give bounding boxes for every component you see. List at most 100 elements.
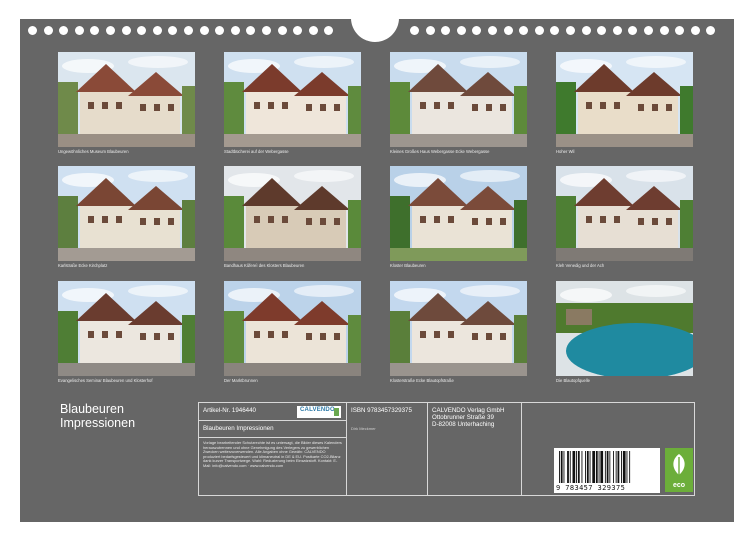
publisher-name: CALVENDO Verlag GmbH bbox=[432, 407, 505, 414]
calendar-photo bbox=[224, 281, 361, 376]
calendar-back-sheet: Ungewöhnliches Museum Blaubeuren Stadtbüc… bbox=[20, 13, 734, 522]
binding-hole bbox=[43, 26, 53, 35]
photo-caption: Kleines Großes Haus Webergasse Ecke Webe… bbox=[390, 149, 490, 154]
photo-caption: Stadtbücherei auf der Webergasse bbox=[224, 149, 289, 154]
binding-hole bbox=[230, 26, 240, 35]
leaf-icon bbox=[673, 454, 685, 476]
binding-hole bbox=[581, 26, 591, 35]
calendar-photo bbox=[58, 166, 195, 261]
binding-hole bbox=[121, 26, 131, 35]
calendar-title: Blaubeuren Impressionen bbox=[60, 402, 135, 430]
photo-image bbox=[556, 166, 693, 261]
photo-image bbox=[58, 52, 195, 147]
binding-hole bbox=[308, 26, 318, 35]
product-info-box: Artikel-Nr. 1946440 CALVENDO Blaubeuren … bbox=[198, 402, 695, 496]
binding-hole bbox=[503, 26, 513, 35]
photo-caption: Evangelisches Seminar Blaubeuren und Klo… bbox=[58, 378, 153, 383]
binding-hole bbox=[534, 26, 544, 35]
photo-caption: Hoher Wil bbox=[556, 149, 575, 154]
photo-caption: Kloster Blaubeuren bbox=[390, 263, 426, 268]
product-title: Blaubeuren Impressionen bbox=[203, 425, 274, 432]
calendar-photo bbox=[58, 52, 195, 147]
calendar-photo bbox=[390, 281, 527, 376]
barcode-bars bbox=[559, 451, 631, 483]
divider bbox=[199, 420, 346, 421]
binding-hole bbox=[644, 26, 653, 35]
author-name: Dirk Meckmer bbox=[351, 426, 376, 431]
divider bbox=[427, 403, 428, 495]
binding-hole bbox=[262, 26, 271, 35]
binding-hole bbox=[277, 26, 287, 35]
photo-image bbox=[390, 52, 527, 147]
binding-hole bbox=[675, 26, 685, 35]
legal-text: Vorlage bearbeitender Schutzrechte ist e… bbox=[203, 440, 342, 468]
calvendo-logo-text: CALVENDO bbox=[300, 407, 335, 413]
calendar-photo bbox=[58, 281, 195, 376]
photo-caption: Ungewöhnliches Museum Blaubeuren bbox=[58, 149, 129, 154]
binding-hole bbox=[566, 26, 575, 35]
binding-hole bbox=[90, 26, 100, 35]
photo-caption: Kleh Venedig und der Ach bbox=[556, 263, 605, 268]
photo-caption: Bandhaus Kûfereì des Klosters Blaubeuren bbox=[224, 263, 305, 268]
binding-hole bbox=[199, 26, 209, 35]
binding-hole bbox=[152, 26, 162, 35]
divider bbox=[346, 403, 347, 495]
publisher-city: D-82008 Unterhaching bbox=[432, 421, 495, 428]
binding-hole bbox=[690, 26, 700, 35]
binding-hole bbox=[137, 26, 147, 35]
photo-caption: Der Marktbrunnen bbox=[224, 378, 258, 383]
binding-hole bbox=[410, 26, 419, 35]
binding-hole bbox=[168, 26, 178, 35]
article-number: Artikel-Nr. 1946440 bbox=[203, 407, 256, 414]
binding-hole bbox=[59, 26, 69, 35]
calendar-photo bbox=[224, 52, 361, 147]
binding-hole bbox=[550, 26, 560, 35]
binding-hole bbox=[519, 26, 529, 35]
isbn: ISBN 9783457329375 bbox=[351, 407, 412, 414]
divider bbox=[199, 437, 346, 438]
calendar-photo bbox=[224, 166, 361, 261]
binding-hole bbox=[659, 26, 669, 35]
eco-label: eco bbox=[672, 482, 686, 489]
binding-hole bbox=[293, 26, 303, 35]
photo-caption: Klosterstraße Ecke Blautopfstraße bbox=[390, 378, 454, 383]
binding-hole bbox=[425, 26, 435, 35]
photo-caption: Die Blautopfquelle bbox=[556, 378, 590, 383]
calendar-photo bbox=[556, 281, 693, 376]
calendar-title-line2: Impressionen bbox=[60, 416, 136, 430]
binding-hole bbox=[456, 26, 466, 35]
calendar-photo bbox=[390, 166, 527, 261]
binding-hole bbox=[215, 26, 225, 35]
ean-barcode: 9 783457 329375 bbox=[554, 448, 660, 493]
photo-image bbox=[58, 166, 195, 261]
binding-hole bbox=[612, 26, 622, 35]
calendar-photo bbox=[556, 52, 693, 147]
publisher-street: Ottobrunner Straße 39 bbox=[432, 414, 494, 421]
binding-hole bbox=[246, 26, 256, 35]
binding-hole bbox=[441, 26, 451, 35]
photo-image bbox=[224, 166, 361, 261]
calendar-photo bbox=[556, 166, 693, 261]
binding-hole bbox=[74, 26, 84, 35]
calendar-title-line1: Blaubeuren bbox=[60, 402, 124, 416]
binding-hole bbox=[628, 26, 638, 35]
binding-hole bbox=[597, 26, 607, 35]
photo-image bbox=[224, 52, 361, 147]
photo-image bbox=[556, 281, 693, 376]
calendar-photo bbox=[390, 52, 527, 147]
binding-hole bbox=[324, 26, 334, 35]
photo-image bbox=[224, 281, 361, 376]
binding-hole bbox=[472, 26, 482, 35]
photo-caption: Karlstraße Ecke Kirchplatz bbox=[58, 263, 108, 268]
calvendo-mark-icon bbox=[334, 408, 339, 416]
photo-image bbox=[556, 52, 693, 147]
divider bbox=[521, 403, 522, 495]
photo-image bbox=[58, 281, 195, 376]
binding-hole bbox=[106, 26, 115, 35]
calvendo-logo: CALVENDO bbox=[297, 406, 341, 418]
barcode-number: 9 783457 329375 bbox=[556, 484, 626, 492]
photo-image bbox=[390, 166, 527, 261]
binding-hole bbox=[28, 26, 37, 35]
photo-image bbox=[390, 281, 527, 376]
eco-badge: eco bbox=[665, 448, 693, 492]
